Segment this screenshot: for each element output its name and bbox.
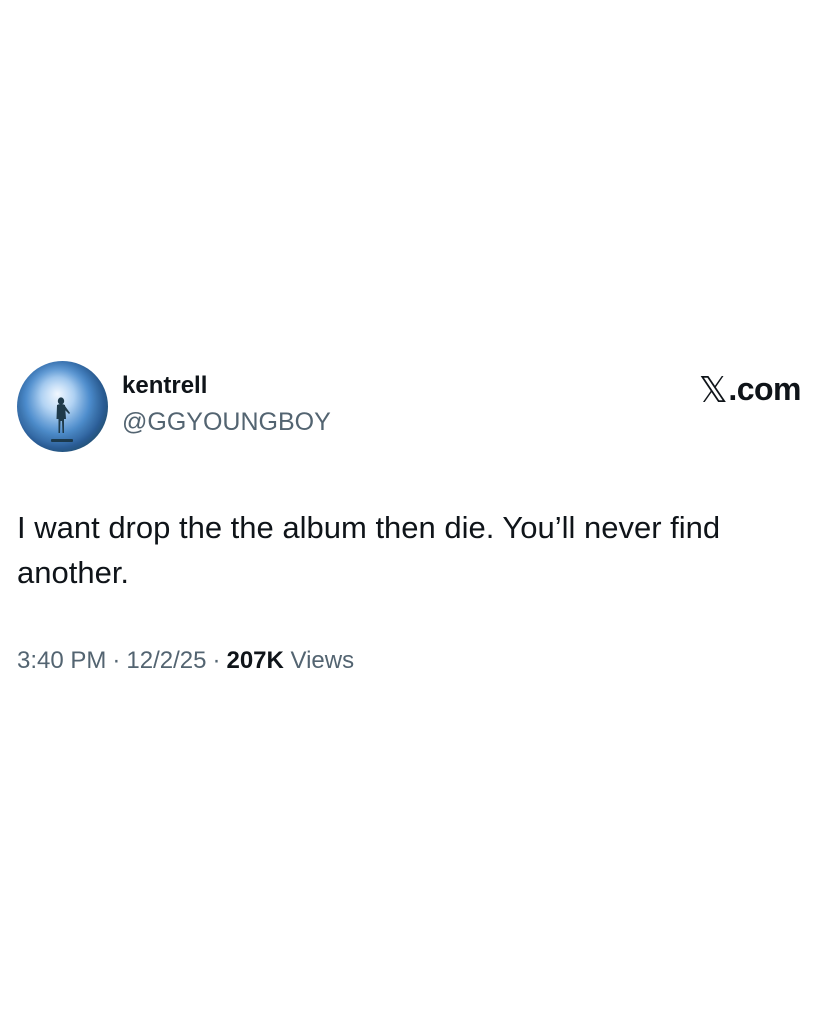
- tweet-time[interactable]: 3:40 PM: [17, 647, 106, 674]
- x-logo-icon: 𝕏: [698, 370, 728, 411]
- performer-silhouette-icon: [18, 361, 106, 445]
- meta-separator: ·: [212, 647, 221, 674]
- author-handle[interactable]: @GGYOUNGBOY: [122, 407, 331, 437]
- meta-separator: ·: [112, 647, 121, 674]
- views-count: 207K: [226, 647, 284, 674]
- avatar[interactable]: [17, 361, 108, 452]
- views-label: Views: [290, 647, 355, 674]
- tweet-meta: 3:40 PM · 12/2/25 · 207K Views: [17, 645, 354, 677]
- brand-domain-text: .com: [728, 371, 801, 407]
- author-block: kentrell @GGYOUNGBOY: [122, 372, 331, 437]
- author-display-name[interactable]: kentrell: [122, 372, 331, 400]
- x-com-logo: 𝕏.com: [698, 370, 802, 411]
- tweet-date[interactable]: 12/2/25: [126, 647, 206, 674]
- tweet-card: kentrell @GGYOUNGBOY 𝕏.com I want drop t…: [0, 0, 819, 1024]
- tweet-text: I want drop the the album then die. You’…: [17, 510, 721, 590]
